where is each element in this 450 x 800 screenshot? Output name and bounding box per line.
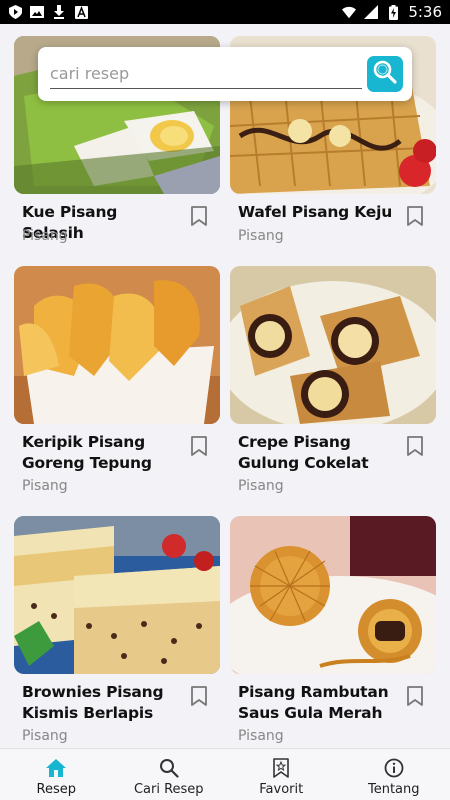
download-icon: [52, 5, 66, 19]
nav-label: Resep: [36, 782, 76, 797]
recipe-card[interactable]: Brownies Pisang Kismis Berlapis Pisang: [14, 516, 220, 756]
recipe-card[interactable]: Pisang Rambutan Saus Gula Merah Pisang: [230, 516, 436, 756]
clock: 5:36: [408, 3, 442, 21]
bookmark-icon[interactable]: [406, 436, 424, 456]
recipe-card[interactable]: Keripik Pisang Goreng Tepung Pisang: [14, 266, 220, 506]
recipe-category: Pisang: [238, 728, 284, 744]
system-icons: 5:36: [342, 3, 442, 21]
notification-icons: [8, 5, 88, 19]
recipe-image[interactable]: [14, 266, 220, 424]
search-bar: [38, 47, 412, 101]
bottom-navigation: Resep Cari Resep Favorit Tentang: [0, 748, 450, 800]
status-bar: 5:36: [0, 0, 450, 24]
home-icon: [45, 757, 67, 779]
search-input[interactable]: [50, 59, 362, 89]
nav-label: Tentang: [367, 782, 420, 797]
nav-item-resep[interactable]: Resep: [0, 749, 113, 800]
recipe-title[interactable]: Brownies Pisang Kismis Berlapis: [22, 682, 182, 724]
font-app-icon: [74, 5, 88, 19]
signal-icon: [364, 5, 379, 19]
search-icon: [158, 757, 180, 779]
battery-charging-icon: [386, 4, 400, 20]
favorite-bookmark-icon: [270, 757, 292, 779]
wifi-icon: [342, 5, 357, 19]
recipe-category: Pisang: [22, 228, 68, 244]
bookmark-icon[interactable]: [406, 686, 424, 706]
recipe-image[interactable]: [230, 516, 436, 674]
bookmark-icon[interactable]: [190, 686, 208, 706]
nav-item-favorit[interactable]: Favorit: [225, 749, 338, 800]
nav-label: Favorit: [259, 782, 304, 797]
recipe-image[interactable]: [230, 266, 436, 424]
recipe-category: Pisang: [238, 478, 284, 494]
bookmark-icon[interactable]: [190, 436, 208, 456]
search-icon: [372, 59, 398, 90]
nav-item-cari-resep[interactable]: Cari Resep: [113, 749, 226, 800]
search-button[interactable]: [367, 56, 403, 92]
bookmark-icon[interactable]: [406, 206, 424, 226]
info-icon: [383, 757, 405, 779]
shield-icon: [8, 5, 22, 19]
image-icon: [30, 5, 44, 19]
recipe-image[interactable]: [14, 516, 220, 674]
recipe-card[interactable]: Crepe Pisang Gulung Cokelat Pisang: [230, 266, 436, 506]
nav-label: Cari Resep: [133, 782, 204, 797]
recipe-title[interactable]: Crepe Pisang Gulung Cokelat: [238, 432, 398, 474]
recipe-category: Pisang: [22, 728, 68, 744]
recipe-category: Pisang: [238, 228, 284, 244]
bookmark-icon[interactable]: [190, 206, 208, 226]
recipe-title[interactable]: Keripik Pisang Goreng Tepung: [22, 432, 182, 474]
recipe-category: Pisang: [22, 478, 68, 494]
nav-item-tentang[interactable]: Tentang: [338, 749, 450, 800]
recipe-title[interactable]: Wafel Pisang Keju: [238, 202, 398, 223]
recipe-title[interactable]: Pisang Rambutan Saus Gula Merah: [238, 682, 398, 724]
